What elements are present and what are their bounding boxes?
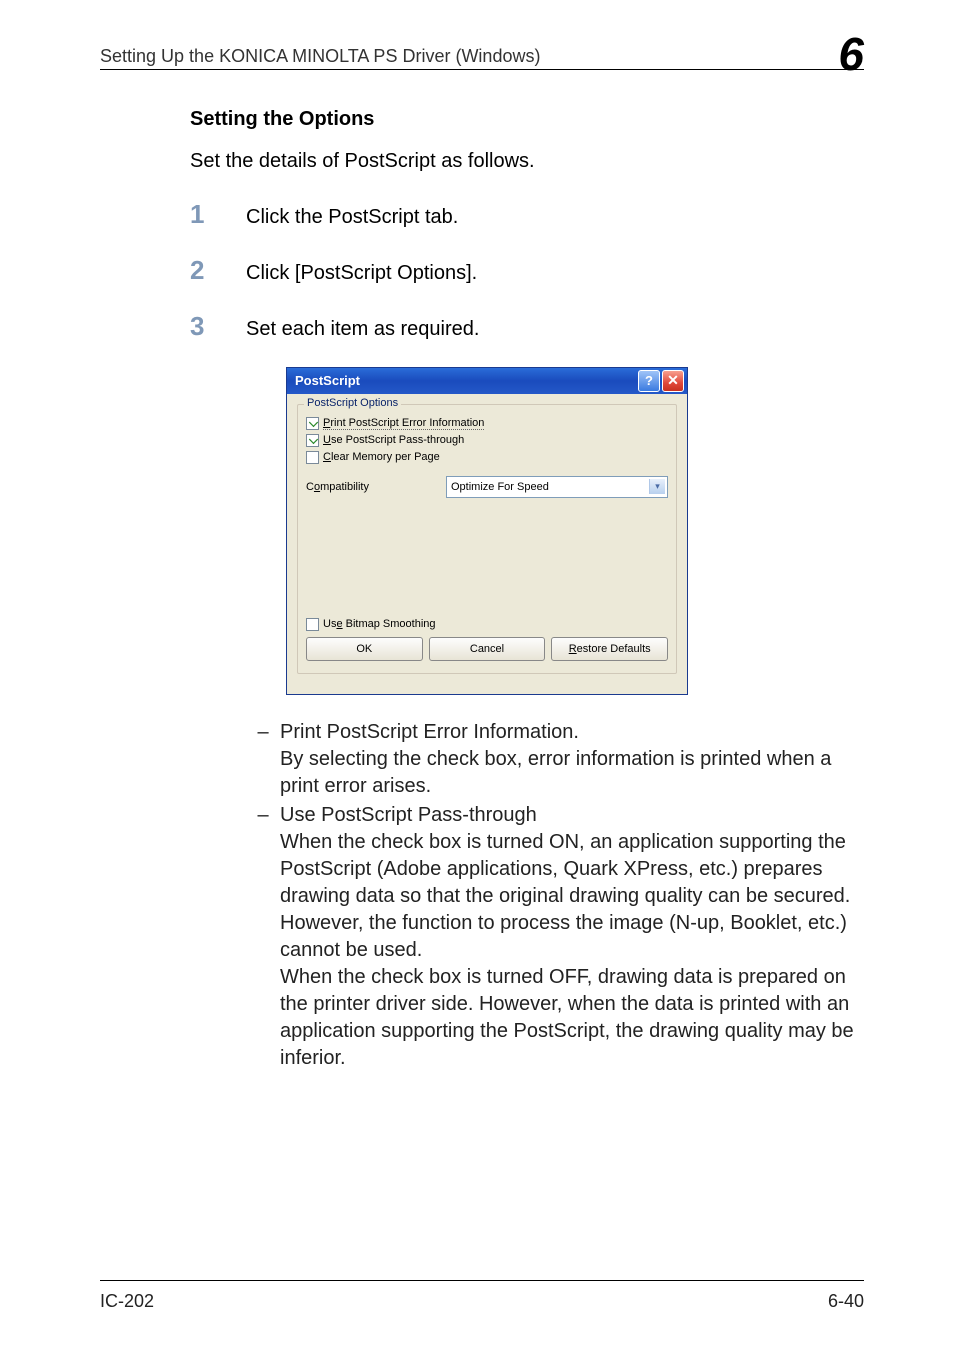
compatibility-label: Compatibility [306,481,446,493]
bullet2-title: Use PostScript Pass-through [280,802,864,829]
close-button[interactable]: ✕ [662,370,684,392]
dialog-titlebar: PostScript ? ✕ [287,368,687,394]
bitmap-smoothing-checkbox-row[interactable]: Use Bitmap Smoothing [306,618,668,631]
footer-right: 6-40 [828,1291,864,1312]
help-button[interactable]: ? [638,370,660,392]
intro-text: Set the details of PostScript as follows… [190,147,864,175]
bitmap-smoothing-label: Use Bitmap Smoothing [323,618,436,630]
bullet1-title: Print PostScript Error Information. [280,719,864,746]
clear-memory-label: Clear Memory per Page [323,451,440,463]
postscript-options-group: PostScript Options Print PostScript Erro… [297,404,677,674]
postscript-dialog: PostScript ? ✕ PostScript Options Print … [286,367,688,695]
section-heading: Setting the Options [190,108,864,131]
pass-through-label: Use PostScript Pass-through [323,434,464,446]
checkbox-icon[interactable] [306,434,319,447]
bullet-dash: – [246,802,280,1072]
checkbox-icon[interactable] [306,417,319,430]
ok-button[interactable]: OK [306,637,423,661]
step-number-2: 2 [190,255,246,286]
bullet1-body: By selecting the check box, error inform… [280,746,864,800]
chapter-number: 6 [838,36,864,73]
bullet2-body: When the check box is turned ON, an appl… [280,829,864,1072]
clear-memory-checkbox-row[interactable]: Clear Memory per Page [306,451,668,464]
group-title: PostScript Options [304,397,401,409]
checkbox-icon[interactable] [306,618,319,631]
step-text-3: Set each item as required. [246,318,479,341]
step-number-1: 1 [190,199,246,230]
page-header-title: Setting Up the KONICA MINOLTA PS Driver … [100,46,838,67]
checkbox-icon[interactable] [306,451,319,464]
pass-through-checkbox-row[interactable]: Use PostScript Pass-through [306,434,668,447]
chevron-down-icon[interactable]: ▾ [649,479,665,494]
dialog-title: PostScript [295,373,638,388]
bullet-dash: – [246,719,280,800]
step-text-2: Click [PostScript Options]. [246,262,477,285]
restore-defaults-button[interactable]: Restore Defaults [551,637,668,661]
footer-left: IC-202 [100,1291,154,1312]
print-error-label: Print PostScript Error Information [323,417,484,430]
step-text-1: Click the PostScript tab. [246,206,458,229]
compatibility-value: Optimize For Speed [451,481,549,493]
cancel-button[interactable]: Cancel [429,637,546,661]
print-error-checkbox-row[interactable]: Print PostScript Error Information [306,417,668,430]
compatibility-select[interactable]: Optimize For Speed ▾ [446,476,668,498]
step-number-3: 3 [190,311,246,342]
